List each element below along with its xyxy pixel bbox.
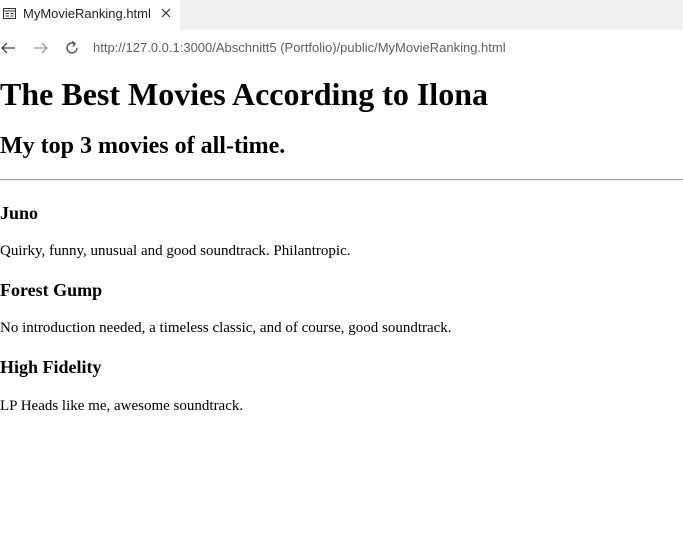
- movie-title: Juno: [0, 203, 39, 223]
- tab-strip: MyMovieRanking.html: [0, 0, 683, 30]
- navigation-bar: http://127.0.0.1:3000/Abschnitt5 (Portfo…: [0, 30, 683, 66]
- browser-tab[interactable]: MyMovieRanking.html: [0, 0, 180, 30]
- divider: [0, 179, 683, 181]
- arrow-right-icon[interactable]: [31, 39, 49, 57]
- address-bar[interactable]: http://127.0.0.1:3000/Abschnitt5 (Portfo…: [93, 39, 506, 57]
- close-icon[interactable]: [158, 5, 174, 21]
- movie-description: No introduction needed, a timeless class…: [0, 320, 452, 336]
- arrow-left-icon[interactable]: [0, 39, 18, 57]
- page-subtitle: My top 3 movies of all-time.: [0, 133, 286, 159]
- movie-description: LP Heads like me, awesome soundtrack.: [0, 398, 244, 414]
- tab-title: MyMovieRanking.html: [23, 6, 151, 21]
- page-icon: [3, 8, 16, 19]
- movie-title: High Fidelity: [0, 357, 102, 377]
- movie-title: Forest Gump: [0, 280, 103, 300]
- reload-icon[interactable]: [63, 39, 81, 57]
- page-title: The Best Movies According to Ilona: [0, 76, 488, 112]
- movie-description: Quirky, funny, unusual and good soundtra…: [0, 243, 351, 259]
